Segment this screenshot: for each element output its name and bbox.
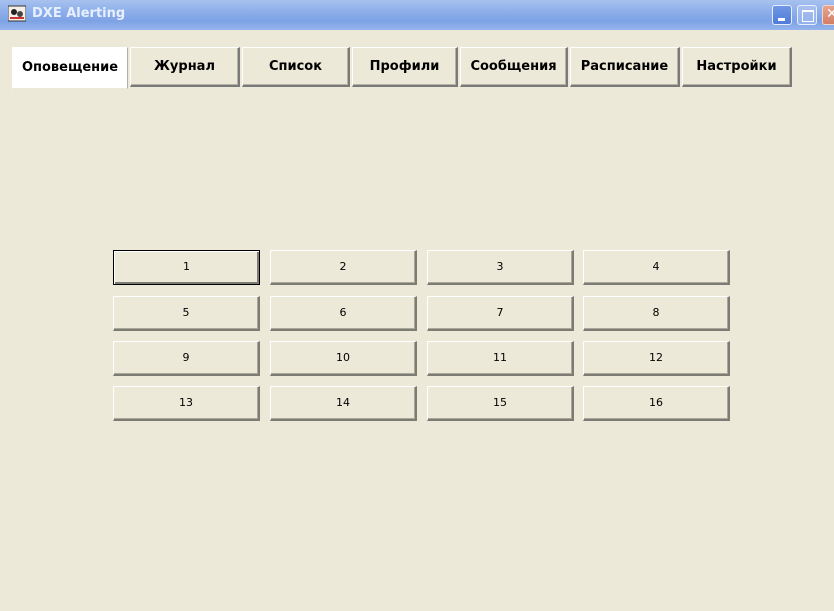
tab-profili[interactable]: Профили (352, 47, 458, 87)
alert-button-11[interactable]: 11 (427, 341, 574, 376)
tab-spisok[interactable]: Список (242, 47, 350, 87)
tab-raspisanie[interactable]: Расписание (570, 47, 680, 87)
tab-soobshcheniya[interactable]: Сообщения (460, 47, 568, 87)
tab-nastroyki[interactable]: Настройки (682, 47, 792, 87)
alert-button-10[interactable]: 10 (270, 341, 417, 376)
close-button[interactable]: ✕ (822, 5, 834, 25)
tab-opoveshchenie[interactable]: Оповещение (12, 47, 128, 89)
alert-button-16[interactable]: 16 (583, 386, 730, 421)
alert-button-12[interactable]: 12 (583, 341, 730, 376)
alert-button-7[interactable]: 7 (427, 296, 574, 331)
app-window: DXE Alerting ✕ Оповещение Журнал Список … (0, 0, 834, 611)
tab-zhurnal[interactable]: Журнал (130, 47, 240, 87)
alert-button-2[interactable]: 2 (270, 250, 417, 285)
maximize-icon (802, 10, 814, 22)
alert-button-15[interactable]: 15 (427, 386, 574, 421)
alert-button-14[interactable]: 14 (270, 386, 417, 421)
alert-button-9[interactable]: 9 (113, 341, 260, 376)
dxe-app-icon (8, 5, 26, 22)
alert-button-3[interactable]: 3 (427, 250, 574, 285)
title-bar[interactable]: DXE Alerting ✕ (0, 0, 834, 30)
alert-button-1[interactable]: 1 (113, 250, 260, 285)
minimize-button[interactable] (772, 5, 792, 25)
alert-button-6[interactable]: 6 (270, 296, 417, 331)
alert-button-8[interactable]: 8 (583, 296, 730, 331)
alert-button-4[interactable]: 4 (583, 250, 730, 285)
close-icon: ✕ (826, 6, 834, 22)
minimize-icon (778, 18, 785, 21)
alert-button-5[interactable]: 5 (113, 296, 260, 331)
maximize-button[interactable] (797, 5, 817, 25)
window-title: DXE Alerting (32, 6, 126, 21)
alert-button-13[interactable]: 13 (113, 386, 260, 421)
